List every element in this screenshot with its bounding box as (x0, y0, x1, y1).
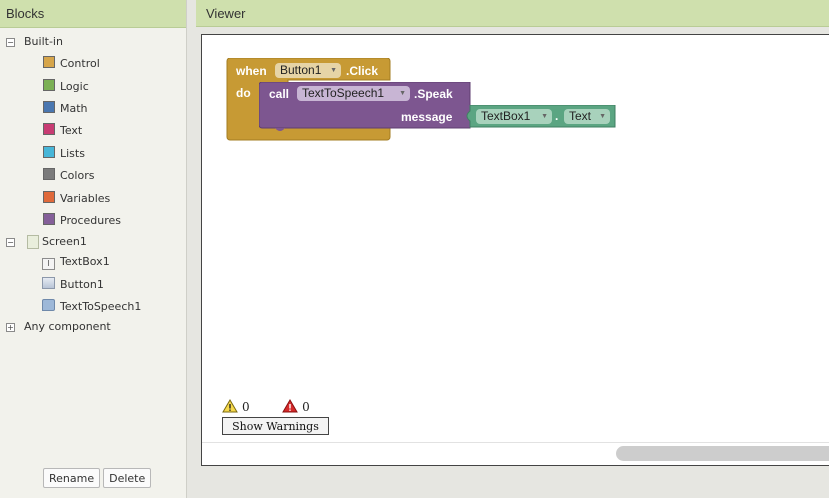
dropdown-value: Button1 (280, 63, 322, 77)
error-count: 0 (302, 400, 310, 414)
method-name: .Speak (414, 87, 453, 101)
dropdown-value: TextBox1 (481, 109, 531, 123)
error-icon (282, 399, 299, 413)
blocks-workspace[interactable]: when Button1 ▼ .Click do call TextToSpee… (201, 34, 829, 466)
rename-button[interactable]: Rename (43, 468, 101, 488)
drawer-math[interactable]: Math (43, 99, 88, 119)
event-name: .Click (346, 64, 379, 78)
getter-property-dropdown[interactable]: Text ▼ (564, 109, 610, 124)
tree-label-builtin: Built-in (24, 35, 63, 48)
drawer-procedures[interactable]: Procedures (43, 211, 121, 231)
tree-item-builtin[interactable]: − Built-in (0, 32, 186, 52)
dropdown-value: TextToSpeech1 (302, 86, 385, 100)
warning-icon (222, 399, 238, 413)
drawer-colors[interactable]: Colors (43, 166, 94, 186)
component-label: TextToSpeech1 (60, 300, 142, 313)
drawer-control[interactable]: Control (43, 54, 100, 74)
blocks-panel-actions: Rename Delete (43, 468, 154, 488)
drawer-label: Control (60, 57, 100, 70)
drawer-label: Procedures (60, 214, 121, 227)
drawer-logic[interactable]: Logic (43, 77, 89, 97)
dropdown-arrow-icon: ▼ (599, 113, 606, 120)
tree-label-any-component: Any component (24, 320, 111, 333)
drawer-label: Math (60, 102, 88, 115)
tree-label-screen1: Screen1 (42, 235, 87, 248)
call-label: call (269, 87, 290, 101)
when-label: when (236, 64, 267, 78)
getter-dot: . (555, 109, 559, 123)
warning-indicator: 0 0 Show Warnings (222, 399, 329, 435)
button-icon (42, 277, 55, 289)
drawer-label: Variables (60, 192, 111, 205)
dropdown-arrow-icon: ▼ (399, 90, 406, 97)
variables-color-icon (43, 191, 55, 203)
screen-icon (27, 235, 39, 249)
drawer-variables[interactable]: Variables (43, 189, 110, 209)
component-texttospeech1[interactable]: TextToSpeech1 (42, 297, 141, 317)
getter-component-dropdown[interactable]: TextBox1 ▼ (476, 109, 552, 124)
delete-button[interactable]: Delete (103, 468, 152, 488)
drawer-lists[interactable]: Lists (43, 144, 85, 164)
procedures-color-icon (43, 213, 55, 225)
scrollbar-thumb[interactable] (616, 446, 829, 461)
event-component-dropdown[interactable]: Button1 ▼ (275, 63, 341, 78)
drawer-label: Colors (60, 169, 95, 182)
collapse-icon[interactable]: − (6, 38, 15, 47)
viewer-title: Viewer (196, 0, 829, 27)
tree-item-any-component[interactable]: + Any component (0, 317, 186, 337)
call-component-dropdown[interactable]: TextToSpeech1 ▼ (297, 86, 410, 101)
lists-color-icon (43, 146, 55, 158)
drawer-label: Lists (60, 147, 85, 160)
tree-item-screen1[interactable]: − Screen1 (0, 232, 186, 252)
logic-color-icon (43, 79, 55, 91)
component-label: Button1 (60, 278, 104, 291)
blocks-panel: Blocks − Built-in Control Logic Math Tex… (0, 0, 187, 498)
dropdown-value: Text (569, 109, 592, 123)
expand-icon[interactable]: + (6, 323, 15, 332)
drawer-label: Text (60, 124, 83, 137)
horizontal-scrollbar[interactable] (202, 442, 829, 465)
colors-color-icon (43, 168, 55, 180)
drawer-text[interactable]: Text (43, 121, 82, 141)
drawer-label: Logic (60, 80, 89, 93)
component-textbox1[interactable]: I TextBox1 (42, 252, 110, 272)
math-color-icon (43, 101, 55, 113)
textbox-icon: I (42, 258, 55, 270)
dropdown-arrow-icon: ▼ (541, 113, 548, 120)
speech-icon (42, 299, 55, 311)
warning-count: 0 (242, 400, 250, 414)
component-button1[interactable]: Button1 (42, 275, 104, 295)
do-label: do (236, 86, 251, 100)
call-block-notch (275, 128, 285, 131)
collapse-icon[interactable]: − (6, 238, 15, 247)
blocks-panel-title: Blocks (0, 0, 186, 28)
show-warnings-button[interactable]: Show Warnings (222, 417, 329, 435)
dropdown-arrow-icon: ▼ (330, 67, 337, 74)
component-label: TextBox1 (60, 255, 110, 268)
message-param-label: message (401, 110, 453, 124)
control-color-icon (43, 56, 55, 68)
text-color-icon (43, 123, 55, 135)
